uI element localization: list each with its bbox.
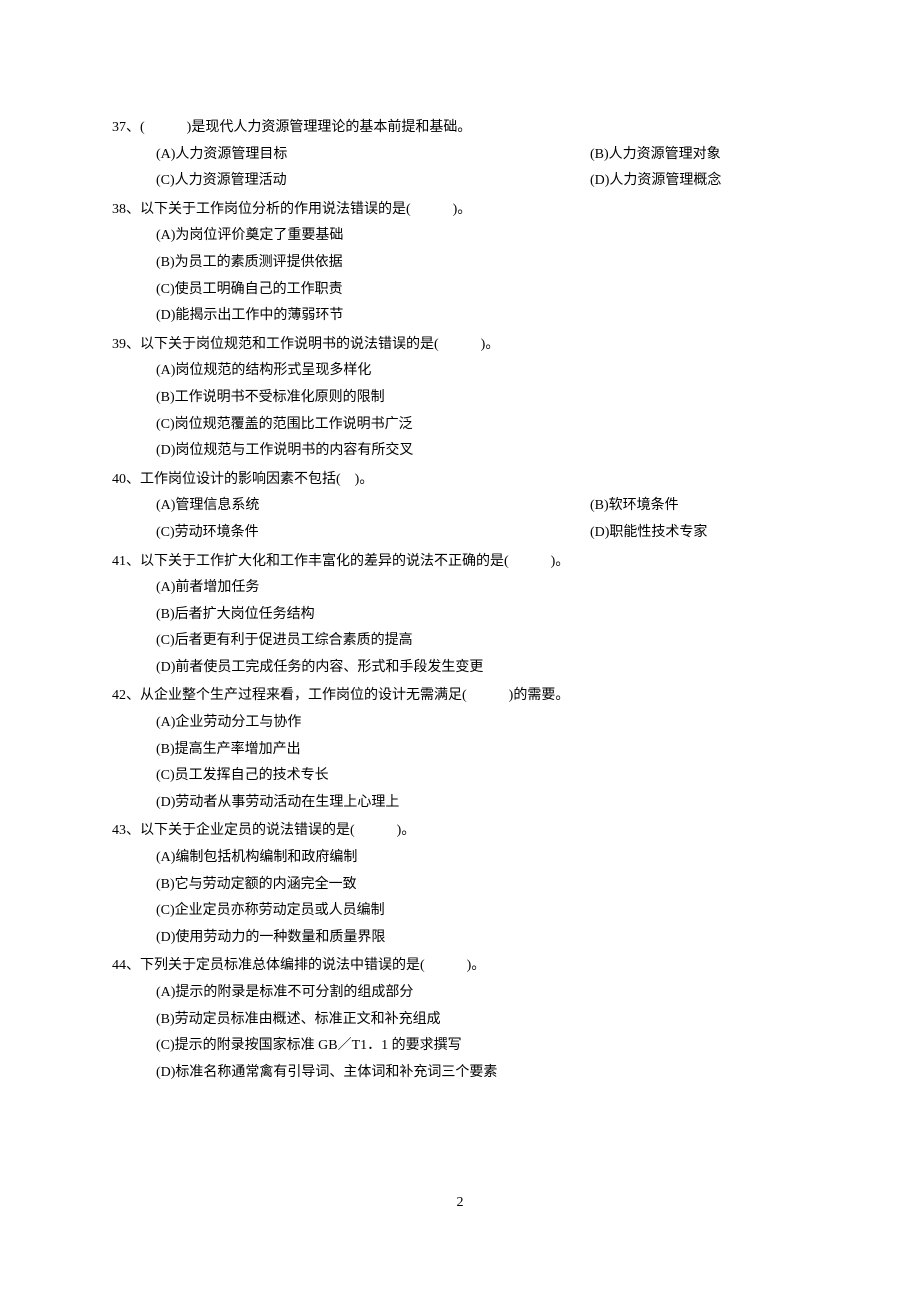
option-d: (D)标准名称通常禽有引导词、主体词和补充词三个要素 — [156, 1060, 808, 1087]
question-stem: 39、以下关于岗位规范和工作说明书的说法错误的是( )。 — [112, 332, 808, 359]
exam-page: 37、( )是现代人力资源管理理论的基本前提和基础。 (A)人力资源管理目标 (… — [0, 0, 920, 1086]
question-41: 41、以下关于工作扩大化和工作丰富化的差异的说法不正确的是( )。 (A)前者增… — [112, 549, 808, 682]
question-text: 工作岗位设计的影响因素不包括( )。 — [140, 472, 373, 487]
option-a: (A)人力资源管理目标 — [156, 142, 482, 169]
question-stem: 38、以下关于工作岗位分析的作用说法错误的是( )。 — [112, 197, 808, 224]
option-b: (B)工作说明书不受标准化原则的限制 — [156, 385, 808, 412]
option-d: (D)岗位规范与工作说明书的内容有所交叉 — [156, 438, 808, 465]
option-c: (C)劳动环境条件 — [156, 520, 482, 547]
question-stem: 42、从企业整个生产过程来看，工作岗位的设计无需满足( )的需要。 — [112, 683, 808, 710]
question-text: 下列关于定员标准总体编排的说法中错误的是( )。 — [140, 958, 485, 973]
question-text: 从企业整个生产过程来看，工作岗位的设计无需满足( )的需要。 — [140, 688, 569, 703]
question-number: 39 — [112, 337, 126, 352]
options: (A)提示的附录是标准不可分割的组成部分 (B)劳动定员标准由概述、标准正文和补… — [112, 980, 808, 1086]
option-c: (C)人力资源管理活动 — [156, 168, 482, 195]
option-c: (C)员工发挥自己的技术专长 — [156, 763, 808, 790]
option-b: (B)为员工的素质测评提供依据 — [156, 250, 808, 277]
option-a: (A)企业劳动分工与协作 — [156, 710, 808, 737]
question-number: 44 — [112, 958, 126, 973]
question-number: 42 — [112, 688, 126, 703]
question-number: 43 — [112, 823, 126, 838]
option-d: (D)人力资源管理概念 — [482, 168, 808, 195]
option-a: (A)岗位规范的结构形式呈现多样化 — [156, 358, 808, 385]
question-37: 37、( )是现代人力资源管理理论的基本前提和基础。 (A)人力资源管理目标 (… — [112, 115, 808, 195]
option-d: (D)劳动者从事劳动活动在生理上心理上 — [156, 790, 808, 817]
question-text: 以下关于工作扩大化和工作丰富化的差异的说法不正确的是( )。 — [140, 554, 569, 569]
question-39: 39、以下关于岗位规范和工作说明书的说法错误的是( )。 (A)岗位规范的结构形… — [112, 332, 808, 465]
option-d: (D)使用劳动力的一种数量和质量界限 — [156, 925, 808, 952]
options: (A)为岗位评价奠定了重要基础 (B)为员工的素质测评提供依据 (C)使员工明确… — [112, 223, 808, 329]
option-c: (C)使员工明确自己的工作职责 — [156, 277, 808, 304]
option-a: (A)管理信息系统 — [156, 493, 482, 520]
option-a: (A)提示的附录是标准不可分割的组成部分 — [156, 980, 808, 1007]
option-d: (D)能揭示出工作中的薄弱环节 — [156, 303, 808, 330]
option-b: (B)提高生产率增加产出 — [156, 737, 808, 764]
option-b: (B)劳动定员标准由概述、标准正文和补充组成 — [156, 1007, 808, 1034]
option-d: (D)前者使员工完成任务的内容、形式和手段发生变更 — [156, 655, 808, 682]
option-b: (B)人力资源管理对象 — [482, 142, 808, 169]
option-a: (A)编制包括机构编制和政府编制 — [156, 845, 808, 872]
question-42: 42、从企业整个生产过程来看，工作岗位的设计无需满足( )的需要。 (A)企业劳… — [112, 683, 808, 816]
question-stem: 37、( )是现代人力资源管理理论的基本前提和基础。 — [112, 115, 808, 142]
option-c: (C)企业定员亦称劳动定员或人员编制 — [156, 898, 808, 925]
option-b: (B)软环境条件 — [482, 493, 808, 520]
options: (A)前者增加任务 (B)后者扩大岗位任务结构 (C)后者更有利于促进员工综合素… — [112, 575, 808, 681]
option-b: (B)后者扩大岗位任务结构 — [156, 602, 808, 629]
options: (A)企业劳动分工与协作 (B)提高生产率增加产出 (C)员工发挥自己的技术专长… — [112, 710, 808, 816]
option-c: (C)提示的附录按国家标准 GB／T1．1 的要求撰写 — [156, 1033, 808, 1060]
option-c: (C)岗位规范覆盖的范围比工作说明书广泛 — [156, 412, 808, 439]
question-number: 38 — [112, 202, 126, 217]
question-stem: 40、工作岗位设计的影响因素不包括( )。 — [112, 467, 808, 494]
page-number: 2 — [0, 1190, 920, 1217]
option-a: (A)前者增加任务 — [156, 575, 808, 602]
options: (A)人力资源管理目标 (B)人力资源管理对象 (C)人力资源管理活动 (D)人… — [112, 142, 808, 195]
question-43: 43、以下关于企业定员的说法错误的是( )。 (A)编制包括机构编制和政府编制 … — [112, 818, 808, 951]
option-b: (B)它与劳动定额的内涵完全一致 — [156, 872, 808, 899]
question-text: ( )是现代人力资源管理理论的基本前提和基础。 — [140, 120, 471, 135]
question-44: 44、下列关于定员标准总体编排的说法中错误的是( )。 (A)提示的附录是标准不… — [112, 953, 808, 1086]
question-stem: 41、以下关于工作扩大化和工作丰富化的差异的说法不正确的是( )。 — [112, 549, 808, 576]
question-number: 41 — [112, 554, 126, 569]
question-text: 以下关于企业定员的说法错误的是( )。 — [140, 823, 415, 838]
question-stem: 44、下列关于定员标准总体编排的说法中错误的是( )。 — [112, 953, 808, 980]
options: (A)管理信息系统 (B)软环境条件 (C)劳动环境条件 (D)职能性技术专家 — [112, 493, 808, 546]
question-number: 40 — [112, 472, 126, 487]
options: (A)编制包括机构编制和政府编制 (B)它与劳动定额的内涵完全一致 (C)企业定… — [112, 845, 808, 951]
question-40: 40、工作岗位设计的影响因素不包括( )。 (A)管理信息系统 (B)软环境条件… — [112, 467, 808, 547]
question-number: 37 — [112, 120, 126, 135]
option-a: (A)为岗位评价奠定了重要基础 — [156, 223, 808, 250]
question-text: 以下关于岗位规范和工作说明书的说法错误的是( )。 — [140, 337, 499, 352]
option-d: (D)职能性技术专家 — [482, 520, 808, 547]
options: (A)岗位规范的结构形式呈现多样化 (B)工作说明书不受标准化原则的限制 (C)… — [112, 358, 808, 464]
question-38: 38、以下关于工作岗位分析的作用说法错误的是( )。 (A)为岗位评价奠定了重要… — [112, 197, 808, 330]
question-text: 以下关于工作岗位分析的作用说法错误的是( )。 — [140, 202, 471, 217]
option-c: (C)后者更有利于促进员工综合素质的提高 — [156, 628, 808, 655]
question-stem: 43、以下关于企业定员的说法错误的是( )。 — [112, 818, 808, 845]
